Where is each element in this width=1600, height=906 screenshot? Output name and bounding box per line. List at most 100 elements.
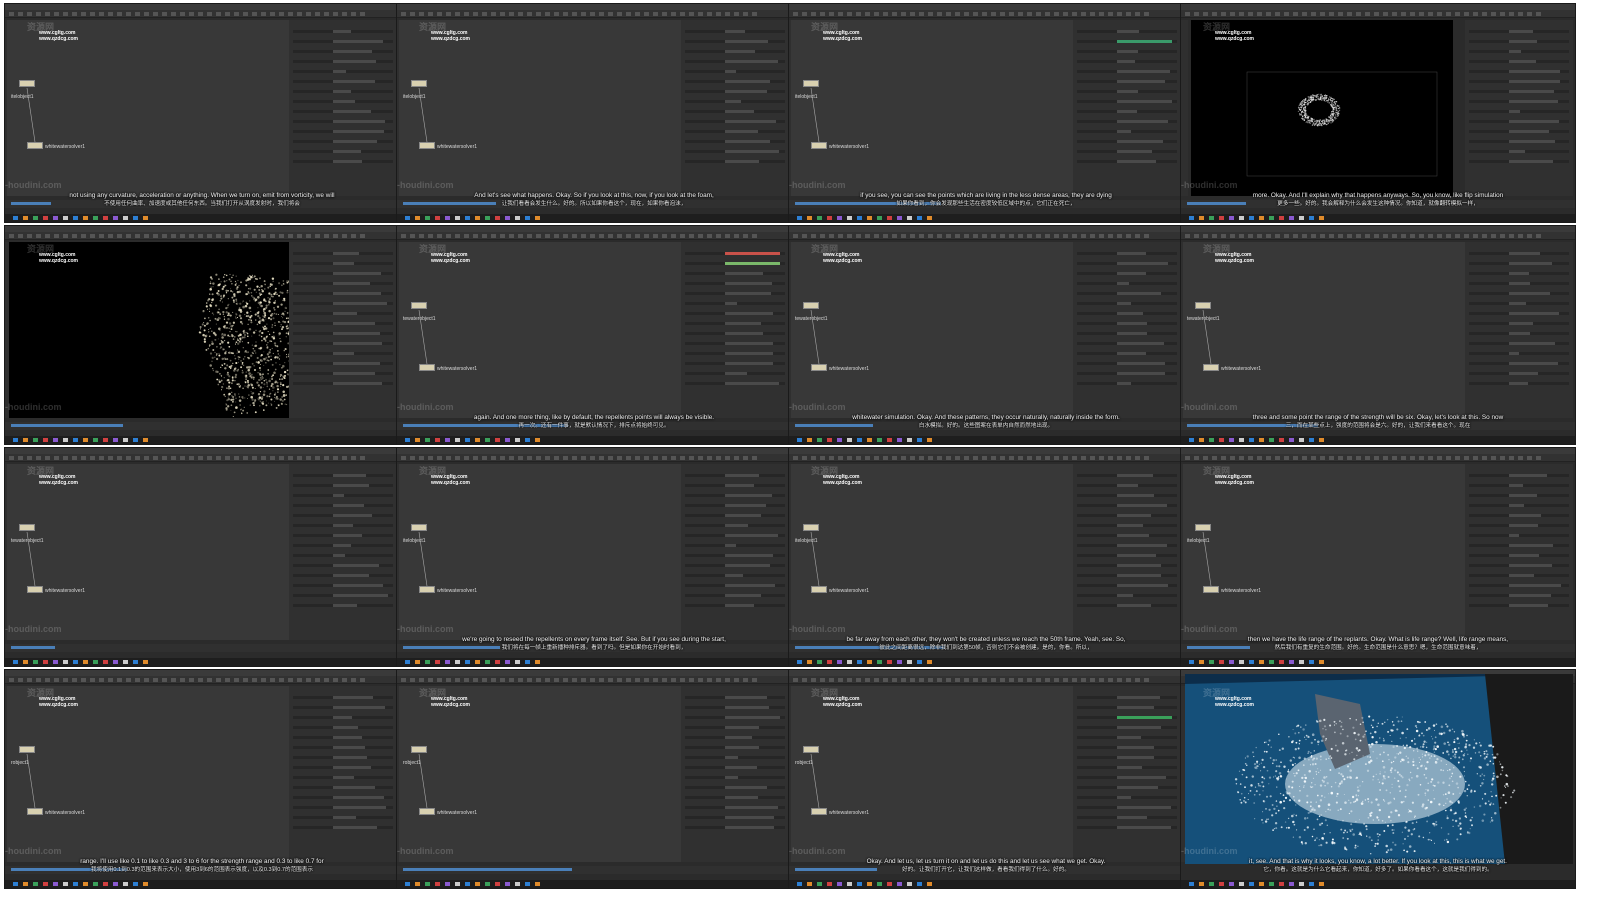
parameter-slider[interactable]	[1469, 150, 1569, 153]
parameter-slider[interactable]	[685, 756, 785, 759]
parameter-slider[interactable]	[1469, 524, 1569, 527]
node-network-editor[interactable]: itelobject1 whitewatersolver1	[791, 20, 1073, 196]
parameter-slider[interactable]	[685, 826, 785, 829]
parameter-slider[interactable]	[1077, 474, 1177, 477]
parameter-slider[interactable]	[685, 382, 785, 385]
parameter-slider[interactable]	[293, 484, 393, 487]
parameter-slider[interactable]	[1469, 110, 1569, 113]
parameter-slider[interactable]	[1077, 110, 1177, 113]
node-network-editor[interactable]: tewaterobject1 whitewatersolver1	[791, 242, 1073, 418]
parameter-slider[interactable]	[293, 292, 393, 295]
parameter-slider[interactable]	[1469, 382, 1569, 385]
parameter-slider[interactable]	[1469, 534, 1569, 537]
parameter-slider[interactable]	[1077, 706, 1177, 709]
parameter-slider[interactable]	[685, 736, 785, 739]
node-network-editor[interactable]: tewaterobject1 whitewatersolver1	[399, 242, 681, 418]
parameter-slider[interactable]	[1469, 484, 1569, 487]
parameter-panel[interactable]	[681, 686, 789, 862]
parameter-slider[interactable]	[685, 60, 785, 63]
parameter-panel[interactable]	[681, 464, 789, 640]
parameter-slider[interactable]	[685, 544, 785, 547]
node-network-editor[interactable]: itelobject1 whitewatersolver1	[791, 464, 1073, 640]
parameter-slider[interactable]	[1469, 40, 1569, 43]
node-network-editor[interactable]: robject1 whitewatersolver1	[791, 686, 1073, 862]
parameter-slider[interactable]	[685, 40, 785, 43]
parameter-slider[interactable]	[1077, 604, 1177, 607]
parameter-slider[interactable]	[1469, 130, 1569, 133]
parameter-slider[interactable]	[1469, 312, 1569, 315]
parameter-slider[interactable]	[1077, 352, 1177, 355]
parameter-slider[interactable]	[293, 756, 393, 759]
parameter-slider[interactable]	[1077, 504, 1177, 507]
parameter-slider[interactable]	[1469, 544, 1569, 547]
parameter-slider[interactable]	[293, 100, 393, 103]
parameter-slider[interactable]	[685, 726, 785, 729]
parameter-slider[interactable]	[293, 604, 393, 607]
parameter-slider[interactable]	[685, 574, 785, 577]
parameter-slider[interactable]	[685, 262, 785, 265]
parameter-slider[interactable]	[1077, 160, 1177, 163]
parameter-slider[interactable]	[1469, 504, 1569, 507]
parameter-slider[interactable]	[1077, 80, 1177, 83]
parameter-slider[interactable]	[1077, 494, 1177, 497]
parameter-slider[interactable]	[685, 352, 785, 355]
parameter-slider[interactable]	[1077, 372, 1177, 375]
parameter-slider[interactable]	[293, 332, 393, 335]
parameter-slider[interactable]	[1077, 826, 1177, 829]
parameter-slider[interactable]	[685, 130, 785, 133]
parameter-slider[interactable]	[685, 312, 785, 315]
parameter-slider[interactable]	[685, 362, 785, 365]
parameter-slider[interactable]	[293, 302, 393, 305]
parameter-slider[interactable]	[293, 594, 393, 597]
parameter-slider[interactable]	[293, 534, 393, 537]
parameter-slider[interactable]	[1077, 786, 1177, 789]
parameter-slider[interactable]	[1077, 30, 1177, 33]
node-network-editor[interactable]: tewaterobject1 whitewatersolver1	[7, 464, 289, 640]
parameter-slider[interactable]	[1469, 50, 1569, 53]
parameter-slider[interactable]	[293, 252, 393, 255]
parameter-slider[interactable]	[293, 312, 393, 315]
parameter-panel[interactable]	[1465, 464, 1573, 640]
parameter-slider[interactable]	[1077, 696, 1177, 699]
parameter-slider[interactable]	[685, 120, 785, 123]
parameter-slider[interactable]	[1077, 584, 1177, 587]
parameter-slider[interactable]	[1077, 322, 1177, 325]
parameter-slider[interactable]	[1077, 564, 1177, 567]
parameter-panel[interactable]	[1073, 464, 1181, 640]
parameter-slider[interactable]	[1469, 514, 1569, 517]
parameter-slider[interactable]	[293, 564, 393, 567]
parameter-slider[interactable]	[293, 716, 393, 719]
parameter-slider[interactable]	[293, 776, 393, 779]
parameter-slider[interactable]	[1469, 120, 1569, 123]
parameter-slider[interactable]	[685, 594, 785, 597]
parameter-slider[interactable]	[685, 372, 785, 375]
parameter-slider[interactable]	[293, 352, 393, 355]
parameter-slider[interactable]	[1469, 604, 1569, 607]
parameter-panel[interactable]	[1465, 20, 1573, 196]
parameter-panel[interactable]	[1073, 20, 1181, 196]
parameter-slider[interactable]	[1469, 362, 1569, 365]
playback-timeline[interactable]	[5, 422, 399, 430]
parameter-slider[interactable]	[685, 322, 785, 325]
parameter-slider[interactable]	[293, 30, 393, 33]
parameter-slider[interactable]	[1469, 100, 1569, 103]
parameter-slider[interactable]	[1469, 282, 1569, 285]
parameter-slider[interactable]	[1469, 262, 1569, 265]
parameter-slider[interactable]	[1469, 594, 1569, 597]
parameter-slider[interactable]	[293, 494, 393, 497]
parameter-slider[interactable]	[685, 100, 785, 103]
parameter-slider[interactable]	[685, 494, 785, 497]
parameter-slider[interactable]	[293, 826, 393, 829]
node-network-editor[interactable]: itelobject1 whitewatersolver1	[1183, 464, 1465, 640]
parameter-panel[interactable]	[289, 686, 397, 862]
parameter-slider[interactable]	[685, 554, 785, 557]
parameter-slider[interactable]	[1077, 524, 1177, 527]
parameter-panel[interactable]	[289, 242, 397, 418]
parameter-slider[interactable]	[1469, 252, 1569, 255]
parameter-slider[interactable]	[685, 70, 785, 73]
parameter-slider[interactable]	[685, 524, 785, 527]
parameter-slider[interactable]	[1077, 272, 1177, 275]
parameter-slider[interactable]	[1077, 130, 1177, 133]
parameter-slider[interactable]	[685, 50, 785, 53]
parameter-slider[interactable]	[1077, 544, 1177, 547]
